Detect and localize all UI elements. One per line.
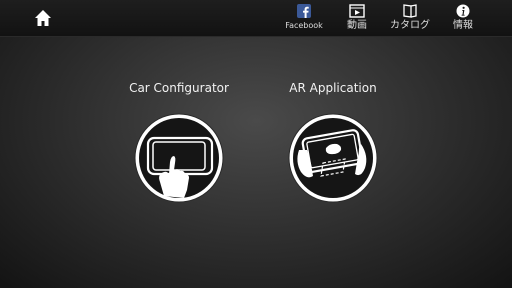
nav-info[interactable]: 情報	[448, 4, 478, 34]
nav-video[interactable]: 動画	[340, 4, 374, 34]
ar-application-title: AR Application	[289, 81, 377, 95]
ar-application-option[interactable]: AR Application	[278, 80, 388, 206]
nav-video-label: 動画	[347, 20, 367, 31]
catalog-book-icon	[403, 4, 417, 18]
nav-facebook-label: Facebook	[285, 21, 323, 30]
tablet-touch-icon	[134, 113, 224, 203]
ar-tablet-icon	[288, 113, 378, 203]
video-icon	[349, 4, 365, 18]
nav-catalog-label: カタログ	[390, 20, 430, 31]
nav-info-label: 情報	[453, 20, 473, 31]
top-bar: Facebook 動画 カタログ 情報	[0, 0, 512, 37]
car-configurator-option[interactable]: Car Configurator	[124, 80, 234, 206]
nav-catalog[interactable]: カタログ	[386, 4, 434, 34]
info-icon	[456, 4, 470, 18]
home-icon[interactable]	[34, 9, 52, 27]
nav-facebook[interactable]: Facebook	[284, 4, 324, 34]
facebook-icon	[297, 4, 311, 18]
car-configurator-title: Car Configurator	[129, 81, 229, 95]
